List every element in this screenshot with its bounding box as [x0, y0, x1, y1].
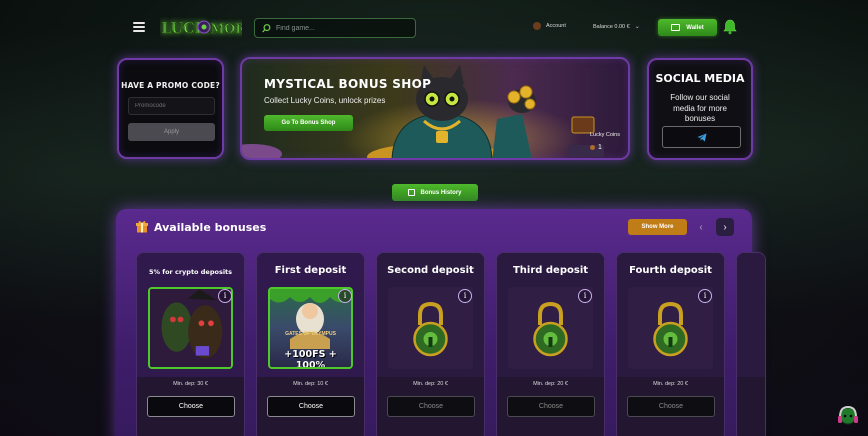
- wallet-button[interactable]: Wallet: [658, 19, 717, 36]
- bonus-card-title: Second deposit: [387, 265, 474, 276]
- promo-code-input[interactable]: [128, 97, 215, 115]
- account-label: Account: [546, 23, 566, 29]
- art-game-title: GATES OF OLYMPUS: [285, 331, 336, 337]
- bonus-history-label: Bonus History: [420, 189, 462, 196]
- choose-button[interactable]: Choose: [147, 396, 235, 417]
- min-deposit: Min. dep: 30 €: [173, 381, 208, 387]
- carousel-next-button[interactable]: ›: [716, 218, 734, 236]
- shop-title: MYSTICAL BONUS SHOP: [264, 77, 432, 91]
- gift-icon: [136, 221, 148, 233]
- account-button[interactable]: Account: [533, 22, 566, 30]
- choose-button[interactable]: Choose: [627, 396, 715, 417]
- coin-icon: [590, 145, 595, 150]
- promo-code-panel: HAVE A PROMO CODE? Apply: [117, 58, 224, 159]
- search-input[interactable]: [276, 24, 396, 32]
- telegram-icon: [697, 133, 706, 141]
- bonus-card-partial: [736, 252, 766, 436]
- site-logo[interactable]: LUCK MORE: [160, 12, 242, 42]
- bonus-card-crypto: 5% for crypto deposits i Min. dep: 30 € …: [136, 252, 245, 436]
- lucky-coins-count: 1: [598, 144, 602, 151]
- social-title: SOCIAL MEDIA: [655, 72, 745, 85]
- balance-label: Balance 0.00 €: [593, 23, 630, 30]
- choose-button[interactable]: Choose: [387, 396, 475, 417]
- min-deposit: Min. dep: 20 €: [533, 381, 568, 387]
- search-box[interactable]: [254, 18, 416, 38]
- min-deposit: Min. dep: 20 €: [413, 381, 448, 387]
- info-icon[interactable]: i: [698, 289, 712, 303]
- bonus-card-title: 5% for crypto deposits: [148, 268, 233, 276]
- history-icon: [408, 189, 416, 196]
- bonus-history-button[interactable]: Bonus History: [392, 184, 478, 201]
- lucky-coins-label: Lucky Coins: [590, 132, 620, 138]
- wallet-label: Wallet: [686, 24, 704, 31]
- chevron-down-icon: ⌄: [634, 24, 640, 30]
- telegram-button[interactable]: [662, 126, 741, 148]
- info-icon[interactable]: i: [578, 289, 592, 303]
- bell-icon[interactable]: [723, 19, 737, 35]
- available-bonuses-section: Available bonuses Show More ‹ › 5% for c…: [116, 209, 766, 436]
- info-icon[interactable]: i: [458, 289, 472, 303]
- choose-button[interactable]: Choose: [267, 396, 355, 417]
- art-bonus-text: +100FS + 100%: [284, 349, 337, 369]
- carousel-prev-button[interactable]: ‹: [692, 218, 710, 236]
- bonus-card-title: Third deposit: [512, 265, 589, 276]
- bonus-shop-banner: MYSTICAL BONUS SHOP Collect Lucky Coins,…: [240, 57, 630, 160]
- lucky-coins-value: 1: [590, 144, 602, 151]
- min-deposit: Min. dep: 20 €: [653, 381, 688, 387]
- info-icon[interactable]: i: [218, 289, 232, 303]
- balance-dropdown[interactable]: Balance 0.00 € ⌄: [593, 23, 640, 31]
- luckmore-logo: LUCK MORE: [161, 19, 242, 38]
- bonus-card-second-deposit: Second deposit i Min. dep: 20 € Choose: [376, 252, 485, 436]
- info-icon[interactable]: i: [338, 289, 352, 303]
- svg-text:MORE: MORE: [210, 22, 242, 37]
- top-header: LUCK MORE Account Balance 0.00 € ⌄ Walle…: [0, 0, 868, 56]
- menu-icon[interactable]: [133, 22, 145, 32]
- bonus-card-title: First deposit: [274, 265, 347, 276]
- social-media-panel: SOCIAL MEDIA Follow our social media for…: [647, 58, 753, 160]
- search-icon: [262, 23, 271, 32]
- bonus-shop-artwork: [242, 65, 604, 158]
- min-deposit: Min. dep: 10 €: [293, 381, 328, 387]
- promo-title: HAVE A PROMO CODE?: [121, 81, 220, 90]
- support-headset-icon[interactable]: [836, 404, 860, 430]
- bonus-card-first-deposit: First deposit GATES OF OLYMPUS +100FS + …: [256, 252, 365, 436]
- bonus-card-fourth-deposit: Fourth deposit i Min. dep: 20 € Choose: [616, 252, 725, 436]
- bonus-card-title: Fourth deposit: [629, 265, 712, 276]
- choose-button[interactable]: Choose: [507, 396, 595, 417]
- shop-subtitle: Collect Lucky Coins, unlock prizes: [264, 96, 386, 105]
- bonus-card-header: [737, 253, 765, 377]
- apply-button[interactable]: Apply: [128, 123, 215, 141]
- avatar-icon: [533, 22, 541, 30]
- social-text: Follow our social media for more bonuses: [670, 93, 730, 123]
- wallet-icon: [671, 24, 681, 31]
- show-more-button[interactable]: Show More: [628, 219, 687, 235]
- go-to-bonus-shop-button[interactable]: Go To Bonus Shop: [264, 115, 353, 131]
- available-bonuses-title: Available bonuses: [154, 221, 267, 234]
- bonus-card-third-deposit: Third deposit i Min. dep: 20 € Choose: [496, 252, 605, 436]
